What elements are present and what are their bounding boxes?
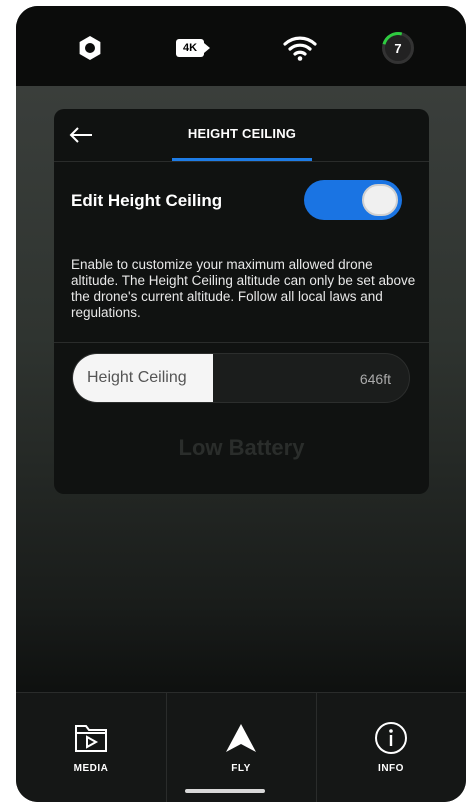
- edit-height-ceiling-label: Edit Height Ceiling: [71, 191, 223, 210]
- info-icon: [372, 721, 410, 755]
- camera-resolution-label: 4K: [176, 39, 210, 57]
- height-ceiling-description: Enable to customize your maximum allowed…: [71, 257, 416, 320]
- height-ceiling-label: Height Ceiling: [87, 369, 187, 386]
- app-screen: 4K 7 HEIGHT CEILING Edit Height Ceiling …: [16, 6, 466, 802]
- fly-arrow-icon: [222, 721, 260, 755]
- edit-height-ceiling-toggle[interactable]: [304, 180, 402, 220]
- nav-info-label: INFO: [378, 763, 404, 774]
- satellite-count-badge[interactable]: 7: [376, 26, 420, 70]
- back-button[interactable]: [66, 121, 96, 149]
- arrow-left-icon: [69, 127, 92, 143]
- low-battery-ghost-text: Low Battery: [178, 435, 305, 460]
- tab-height-ceiling[interactable]: HEIGHT CEILING: [172, 109, 312, 161]
- toggle-knob: [362, 184, 398, 216]
- status-bar: 4K 7: [16, 6, 466, 86]
- 4k-camera-icon[interactable]: 4K: [170, 28, 210, 68]
- nav-media[interactable]: MEDIA: [16, 693, 166, 802]
- panel-header: HEIGHT CEILING: [54, 109, 429, 162]
- height-ceiling-panel: HEIGHT CEILING Edit Height Ceiling Enabl…: [54, 109, 429, 494]
- nav-fly[interactable]: FLY: [166, 693, 316, 802]
- height-ceiling-slider[interactable]: Height Ceiling 646ft: [72, 353, 410, 403]
- nav-fly-label: FLY: [231, 763, 251, 774]
- gear-icon[interactable]: [70, 28, 110, 68]
- satellite-count: 7: [376, 26, 420, 70]
- bottom-nav: MEDIA FLY INFO: [16, 692, 466, 802]
- nav-info[interactable]: INFO: [316, 693, 466, 802]
- home-indicator[interactable]: [185, 789, 265, 793]
- media-folder-icon: [72, 721, 110, 755]
- height-ceiling-value: 646ft: [359, 371, 391, 387]
- nav-media-label: MEDIA: [73, 763, 109, 774]
- wifi-icon[interactable]: [280, 28, 320, 68]
- divider: [54, 342, 429, 343]
- signal-arc-icon: [376, 26, 420, 70]
